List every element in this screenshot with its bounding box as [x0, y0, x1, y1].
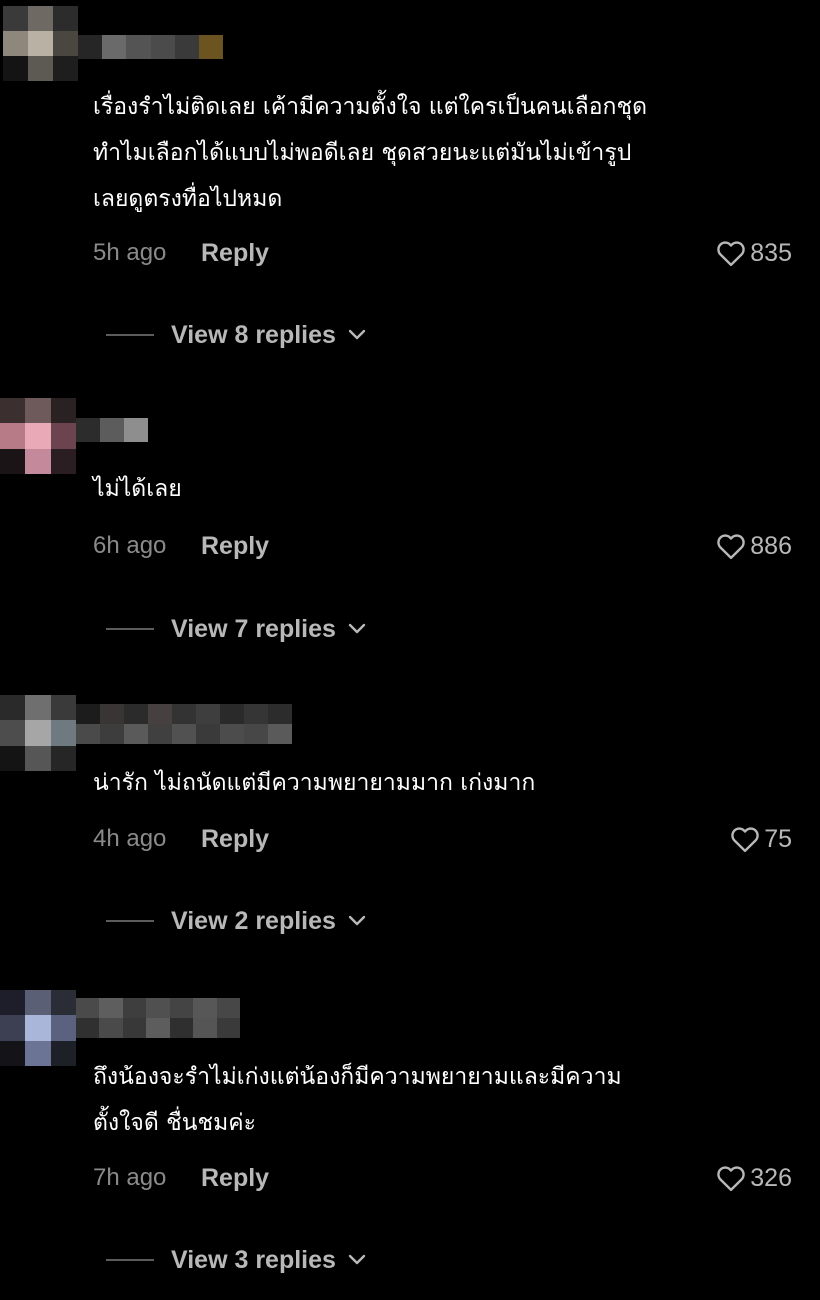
divider-line	[106, 920, 154, 922]
chevron-down-icon	[348, 329, 366, 340]
comment-time: 6h ago	[93, 532, 167, 559]
heart-outline-icon	[717, 1166, 746, 1192]
username[interactable]	[78, 35, 224, 59]
comment-text: ไม่ได้เลย	[93, 476, 182, 502]
comment-time: 5h ago	[93, 239, 167, 266]
avatar[interactable]	[0, 398, 76, 474]
view-replies-button[interactable]: View 3 replies	[106, 1243, 366, 1277]
heart-outline-icon	[717, 534, 746, 560]
like-button[interactable]: 886	[716, 532, 792, 561]
view-replies-button[interactable]: View 2 replies	[106, 904, 366, 938]
view-replies-button[interactable]: View 7 replies	[106, 612, 366, 646]
divider-line	[106, 1259, 154, 1261]
comment-meta: 5h ago Reply 835	[93, 236, 792, 270]
comment-text: ถึงน้องจะรำไม่เก่งแต่น้องก็มีความพยายามแ…	[93, 1064, 622, 1136]
view-replies-label: View 8 replies	[171, 320, 336, 349]
username[interactable]	[76, 998, 240, 1038]
comment-time: 4h ago	[93, 825, 167, 852]
reply-button[interactable]: Reply	[201, 239, 269, 268]
view-replies-label: View 3 replies	[171, 1245, 336, 1274]
like-count: 326	[750, 1163, 792, 1192]
comment-time: 7h ago	[93, 1164, 167, 1191]
view-replies-label: View 2 replies	[171, 906, 336, 935]
divider-line	[106, 628, 154, 630]
username[interactable]	[76, 418, 148, 442]
avatar[interactable]	[0, 990, 76, 1066]
comments-list: เรื่องรำไม่ติดเลย เค้ามีความตั้งใจ แต่ใค…	[0, 0, 820, 1300]
comment-text: น่ารัก ไม่ถนัดแต่มีความพยายามมาก เก่งมาก	[93, 770, 536, 796]
comment-text: เรื่องรำไม่ติดเลย เค้ามีความตั้งใจ แต่ใค…	[93, 94, 648, 212]
divider-line	[106, 334, 154, 336]
comment-meta: 4h ago Reply 75	[93, 822, 792, 856]
view-replies-button[interactable]: View 8 replies	[106, 318, 366, 352]
view-replies-label: View 7 replies	[171, 614, 336, 643]
like-button[interactable]: 326	[716, 1164, 792, 1193]
heart-outline-icon	[731, 827, 759, 853]
comment-meta: 7h ago Reply 326	[93, 1161, 792, 1195]
like-count: 886	[750, 531, 792, 560]
like-count: 75	[764, 824, 792, 853]
reply-button[interactable]: Reply	[201, 532, 269, 561]
like-button[interactable]: 75	[730, 825, 792, 854]
like-count: 835	[750, 238, 792, 267]
heart-outline-icon	[717, 241, 746, 267]
chevron-down-icon	[348, 1254, 366, 1265]
like-button[interactable]: 835	[716, 239, 792, 268]
chevron-down-icon	[348, 623, 366, 634]
username[interactable]	[76, 704, 292, 744]
reply-button[interactable]: Reply	[201, 1164, 269, 1193]
avatar[interactable]	[3, 6, 78, 81]
comment-meta: 6h ago Reply 886	[93, 529, 792, 563]
avatar[interactable]	[0, 695, 76, 771]
reply-button[interactable]: Reply	[201, 825, 269, 854]
chevron-down-icon	[348, 915, 366, 926]
